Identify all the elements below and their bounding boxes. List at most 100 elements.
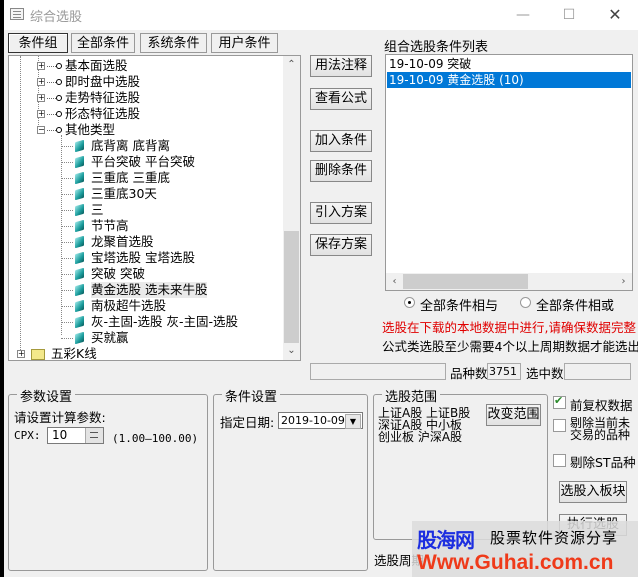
- minimize-button[interactable]: —: [500, 0, 546, 30]
- exclude-st-label[interactable]: 剔除ST品种: [570, 452, 636, 471]
- tree-condition-label: 三重底30天: [91, 186, 157, 201]
- data-warning-text: 选股在下载的本地数据中进行,请确保数据完整: [382, 320, 636, 335]
- tree-condition-label: 灰-主固-选股 灰-主固-选股: [91, 314, 239, 329]
- tree-connector: [61, 210, 73, 211]
- close-button[interactable]: ✕: [592, 0, 638, 30]
- condition-tree[interactable]: + 基本面选股 + 即时盘中选股 + 走势特征选股 + 形态特征选股 − 其他类…: [8, 55, 301, 361]
- tree-connector: [61, 178, 73, 179]
- tree-folder-label: 五彩K线: [51, 346, 97, 361]
- tree-category-label: 基本面选股: [65, 58, 128, 73]
- tree-connector: [20, 56, 21, 356]
- watermark-overlay: 股海网 股票软件资源分享 Www.Guhai.com.cn: [412, 521, 638, 577]
- tree-condition-label: 节节高: [91, 218, 129, 233]
- watermark-url: Www.Guhai.com.cn: [417, 551, 614, 574]
- app-icon: [10, 8, 24, 20]
- exclude-untraded-label[interactable]: 剔除当前未交易的品种: [570, 417, 632, 441]
- import-plan-button[interactable]: 引入方案: [310, 202, 372, 224]
- formula-gem-icon: [75, 203, 84, 217]
- scrollbar-thumb[interactable]: [403, 274, 528, 289]
- tree-category-label: 形态特征选股: [65, 106, 141, 121]
- or-radio-label[interactable]: 全部条件相或: [536, 295, 614, 314]
- tree-category-label: 其他类型: [65, 122, 116, 137]
- maximize-button[interactable]: ☐: [546, 0, 592, 30]
- tree-condition-label: 底背离 底背离: [91, 138, 170, 153]
- exclude-untraded-checkbox[interactable]: [553, 419, 566, 432]
- formula-gem-icon: [75, 283, 84, 297]
- tree-scrollbar[interactable]: ⌃ ⌄: [283, 56, 300, 360]
- forward-adjust-checkbox[interactable]: [553, 394, 566, 409]
- params-prompt: 请设置计算参数:: [14, 410, 106, 425]
- condition-settings-title: 条件设置: [222, 386, 281, 405]
- scrollbar-thumb[interactable]: [284, 231, 299, 343]
- scroll-left-icon[interactable]: ‹: [386, 274, 403, 290]
- tab-user-conditions[interactable]: 用户条件: [211, 33, 278, 53]
- tree-condition-label: 买就赢: [91, 330, 129, 345]
- delete-condition-button[interactable]: 删除条件: [310, 160, 372, 182]
- tree-condition-label: 黄金选股 选未来牛股: [91, 282, 208, 298]
- tree-connector: [61, 146, 73, 147]
- formula-gem-icon: [75, 251, 84, 265]
- params-group: 参数设置 请设置计算参数: CPX: 10 (1.00—100.00): [8, 386, 208, 571]
- data-info-text: 公式类选股至少需要4个以上周期数据才能选出: [382, 339, 638, 354]
- count-value: 3751: [487, 363, 521, 380]
- save-plan-button[interactable]: 保存方案: [310, 234, 372, 256]
- condition-list-item-selected[interactable]: 19-10-09 黄金选股 (10): [387, 72, 631, 88]
- count-label: 品种数: [450, 366, 488, 381]
- exclude-st-checkbox[interactable]: [553, 454, 566, 467]
- range-group-title: 选股范围: [382, 386, 441, 405]
- change-range-button[interactable]: 改变范围: [486, 404, 541, 426]
- tree-category-label: 即时盘中选股: [65, 74, 141, 89]
- condition-list-item[interactable]: 19-10-09 突破: [387, 56, 631, 72]
- selected-count-value: [564, 363, 631, 380]
- formula-gem-icon: [75, 331, 84, 345]
- tree-connector: [61, 226, 73, 227]
- scroll-right-icon[interactable]: ›: [615, 274, 632, 290]
- watermark-brand: 股海网: [417, 528, 475, 552]
- and-radio-label[interactable]: 全部条件相与: [420, 295, 498, 314]
- and-radio[interactable]: [404, 297, 415, 308]
- tab-all-conditions[interactable]: 全部条件: [71, 33, 135, 53]
- formula-gem-icon: [75, 299, 84, 313]
- chevron-down-icon[interactable]: ▼: [345, 414, 361, 429]
- tree-connector: [61, 258, 73, 259]
- expand-icon[interactable]: +: [17, 350, 25, 358]
- date-select[interactable]: 2019-10-09 ▼: [278, 412, 363, 429]
- expand-icon[interactable]: +: [37, 94, 45, 102]
- key-icon: [47, 94, 63, 102]
- date-value: 2019-10-09: [281, 414, 345, 427]
- tab-condition-group[interactable]: 条件组: [8, 33, 68, 53]
- scroll-up-icon[interactable]: ⌃: [283, 57, 300, 73]
- tab-system-conditions[interactable]: 系统条件: [140, 33, 207, 53]
- condition-list-title: 组合选股条件列表: [384, 40, 489, 55]
- key-icon: [47, 62, 63, 70]
- formula-gem-icon: [75, 235, 84, 249]
- collapse-icon[interactable]: −: [37, 126, 45, 134]
- key-icon: [47, 78, 63, 86]
- usage-notes-button[interactable]: 用法注释: [310, 55, 372, 77]
- params-group-title: 参数设置: [17, 386, 76, 405]
- expand-icon[interactable]: +: [37, 110, 45, 118]
- param-cpx-value: 10: [52, 428, 68, 442]
- param-range: (1.00—100.00): [112, 432, 199, 445]
- scroll-down-icon[interactable]: ⌄: [283, 343, 300, 359]
- condition-list[interactable]: 19-10-09 突破 19-10-09 黄金选股 (10) ‹ ›: [385, 54, 633, 291]
- view-formula-button[interactable]: 查看公式: [310, 88, 372, 110]
- formula-gem-icon: [75, 155, 84, 169]
- param-name: CPX:: [14, 429, 41, 442]
- or-radio[interactable]: [520, 297, 531, 308]
- tree-condition-label: 三重底 三重底: [91, 170, 170, 185]
- formula-gem-icon: [75, 315, 84, 329]
- expand-icon[interactable]: +: [37, 78, 45, 86]
- tree-connector: [61, 290, 73, 291]
- param-spinner[interactable]: [85, 428, 103, 443]
- progress-bar: [310, 363, 446, 380]
- add-condition-button[interactable]: 加入条件: [310, 130, 372, 152]
- watermark-slogan: 股票软件资源分享: [490, 529, 619, 547]
- tree-condition-label: 三: [91, 202, 104, 217]
- maximize-icon: ☐: [562, 7, 576, 23]
- list-horizontal-scrollbar[interactable]: ‹ ›: [386, 273, 632, 290]
- param-cpx-input[interactable]: 10: [47, 427, 104, 444]
- add-to-block-button[interactable]: 选股入板块: [559, 481, 627, 503]
- forward-adjust-label[interactable]: 前复权数据: [570, 395, 633, 414]
- expand-icon[interactable]: +: [37, 62, 45, 70]
